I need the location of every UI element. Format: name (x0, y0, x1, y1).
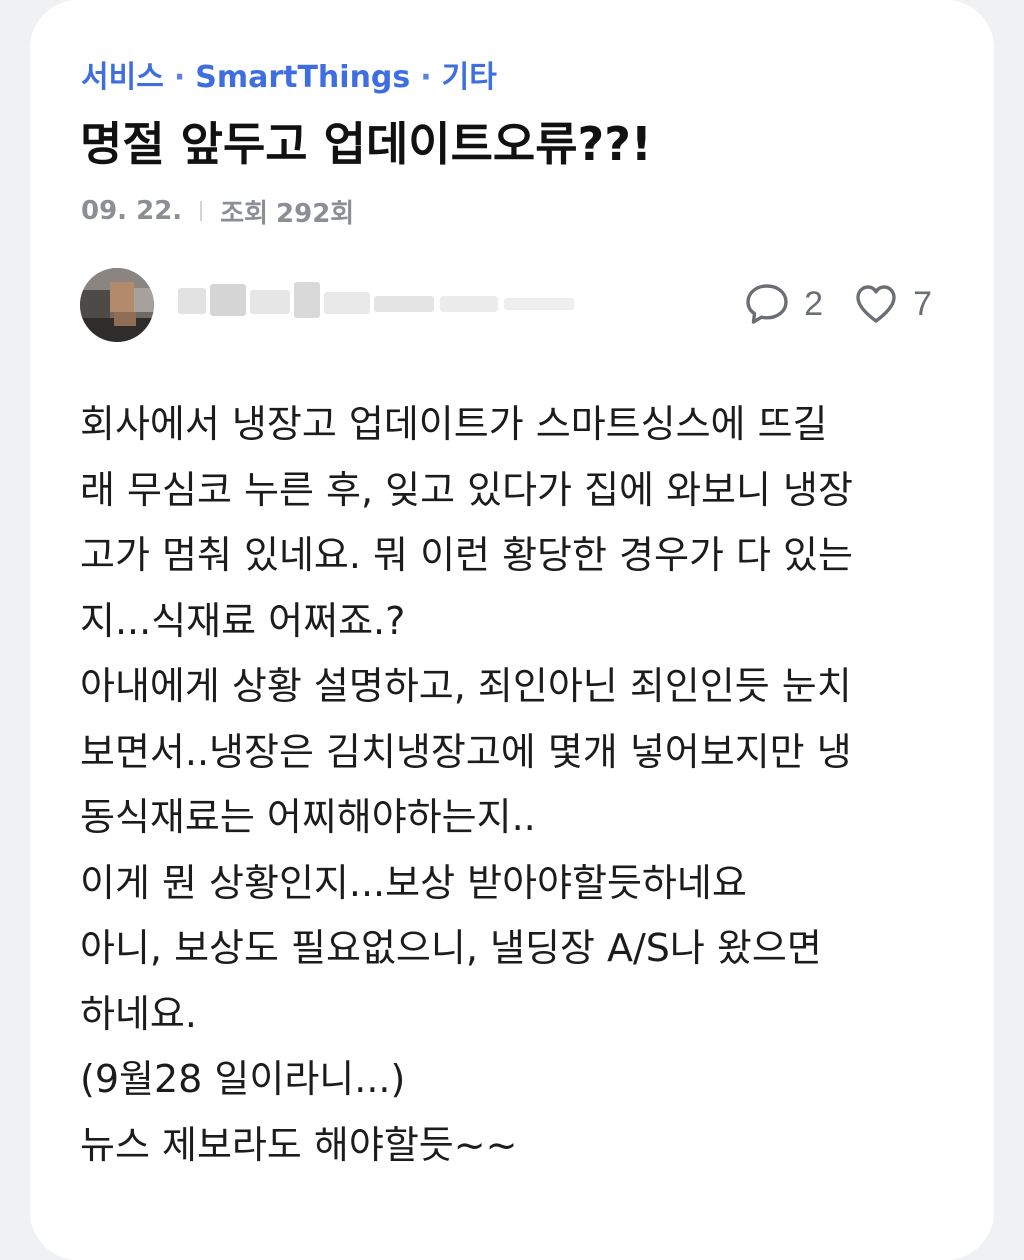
breadcrumb-separator: · (420, 60, 432, 95)
body-line: 동식재료는 어찌해야하는지.. (80, 795, 536, 839)
post-meta: 09. 22. 조회 292회 (81, 192, 354, 230)
like-count: 7 (913, 284, 932, 323)
post-body: 회사에서 냉장고 업데이트가 스마트싱스에 뜨길 래 무심코 누른 후, 잊고 … (80, 392, 950, 1178)
body-line: 지...식재료 어쩌죠.? (80, 598, 406, 643)
body-line: 이게 뭔 상황인지...보상 받아야할듯하네요 (80, 860, 747, 905)
body-line: 보면서..냉장은 김치냉장고에 몇개 넣어보지만 냉 (80, 729, 852, 774)
body-line: 아내에게 상황 설명하고, 죄인아닌 죄인인듯 눈치 (80, 664, 852, 708)
view-count: 조회 292회 (220, 193, 354, 230)
post-date: 09. 22. (81, 196, 183, 226)
view-count-label: 조회 (220, 198, 269, 229)
avatar[interactable] (80, 268, 154, 342)
body-line: (9월28 일이라니...) (80, 1057, 406, 1101)
author-row: 2 7 (80, 266, 940, 342)
breadcrumb-item-service[interactable]: 서비스 (81, 58, 164, 98)
breadcrumb-item-other[interactable]: 기타 (442, 58, 497, 98)
body-line: 뉴스 제보라도 해야할듯~~ (80, 1122, 518, 1167)
view-count-value: 292회 (276, 198, 355, 229)
speech-bubble-icon[interactable] (744, 281, 790, 327)
meta-divider (200, 201, 203, 221)
post-title: 명절 앞두고 업데이트오류??! (80, 117, 652, 171)
body-line: 래 무심코 누른 후, 잊고 있다가 집에 와보니 냉장 (80, 467, 853, 512)
body-line: 하네요. (80, 991, 197, 1036)
breadcrumb-separator: · (173, 60, 186, 95)
breadcrumb: 서비스 · SmartThings · 기타 (81, 58, 497, 98)
post-stats: 2 7 (744, 280, 932, 328)
body-line: 회사에서 냉장고 업데이트가 스마트싱스에 뜨길 (80, 402, 828, 446)
heart-outline-icon[interactable] (853, 281, 899, 327)
body-line: 아니, 보상도 필요없으니, 낼딩장 A/S나 왔으면 (80, 926, 822, 970)
body-line: 고가 멈춰 있네요. 뭐 이런 황당한 경우가 다 있는 (80, 533, 853, 577)
author-name-blurred[interactable] (178, 282, 598, 322)
breadcrumb-item-smartthings[interactable]: SmartThings (195, 58, 410, 98)
comment-count: 2 (804, 284, 824, 323)
